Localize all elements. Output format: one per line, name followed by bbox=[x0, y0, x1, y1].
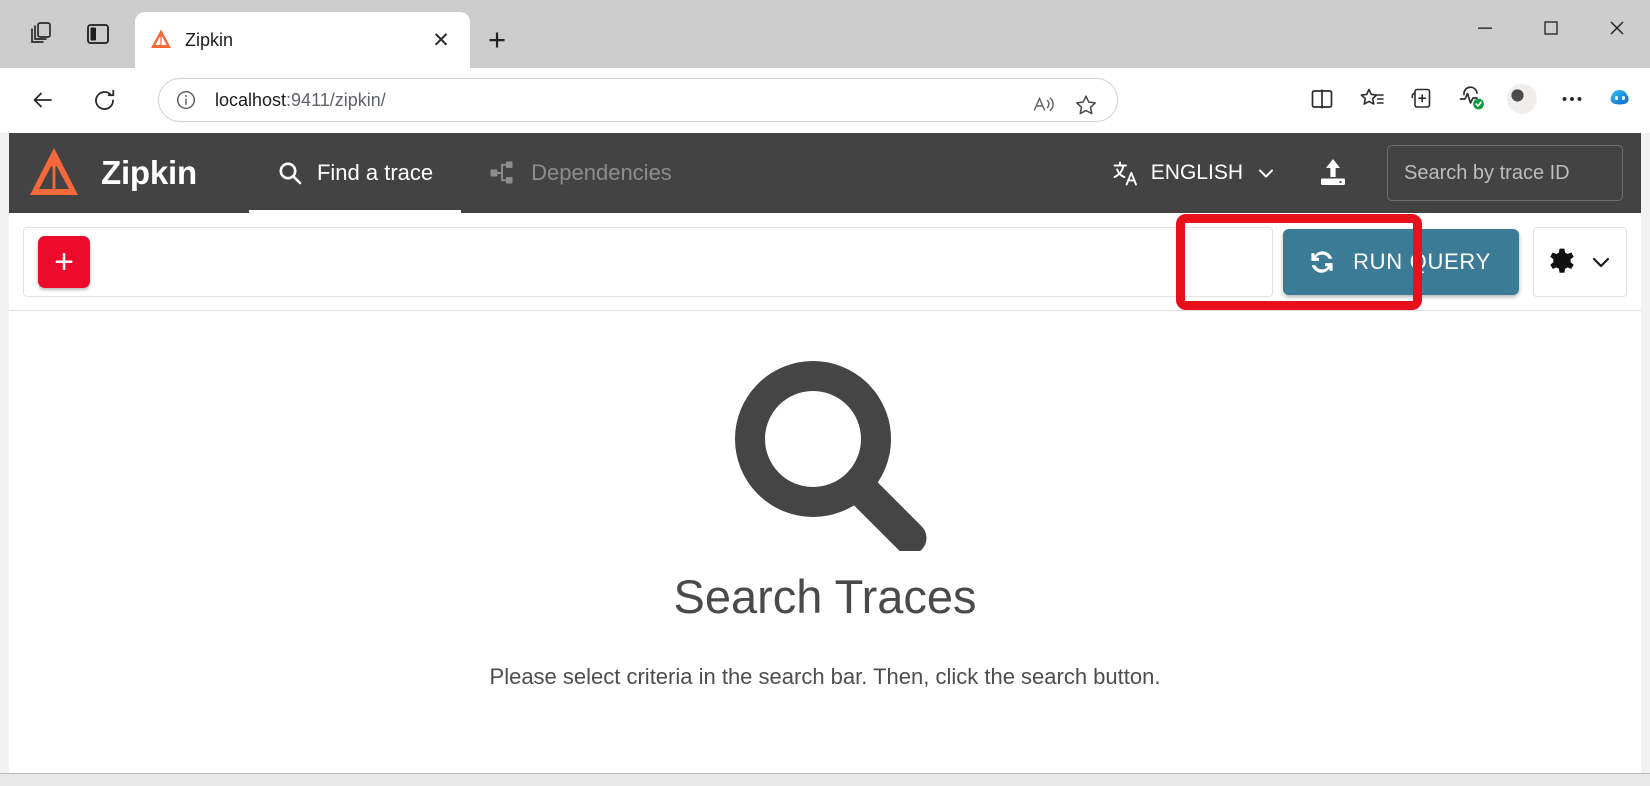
address-path: :9411/zipkin/ bbox=[286, 89, 386, 110]
address-bar[interactable]: localhost:9411/zipkin/ bbox=[158, 78, 1118, 122]
window-close-button[interactable] bbox=[1584, 0, 1650, 56]
tab-close-icon[interactable]: ✕ bbox=[426, 25, 456, 55]
navbar-right: ENGLISH bbox=[1098, 133, 1623, 213]
app-brand: Zipkin bbox=[101, 154, 197, 191]
profile-avatar[interactable] bbox=[1500, 77, 1544, 121]
language-selector[interactable]: ENGLISH bbox=[1098, 152, 1291, 195]
browser-toolbar: localhost:9411/zipkin/ bbox=[0, 68, 1650, 133]
page-right-edge bbox=[1641, 133, 1650, 773]
tab-find-a-trace[interactable]: Find a trace bbox=[248, 133, 462, 213]
taskbar-sliver bbox=[0, 773, 1650, 786]
browser-tab[interactable]: Zipkin ✕ bbox=[135, 12, 470, 68]
zipkin-app: Zipkin Find a trace Dependencies ENGLISH… bbox=[9, 133, 1641, 773]
empty-state-title: Search Traces bbox=[673, 570, 977, 623]
query-settings-chevron-down-icon[interactable] bbox=[1588, 249, 1614, 275]
settings-more-icon[interactable] bbox=[1550, 77, 1594, 121]
split-screen-icon[interactable] bbox=[1300, 77, 1344, 121]
query-settings-group[interactable] bbox=[1533, 226, 1627, 297]
empty-state: Search Traces Please select criteria in … bbox=[9, 311, 1641, 773]
criteria-container[interactable]: + bbox=[23, 226, 1274, 297]
tab-search-icon[interactable] bbox=[18, 12, 62, 56]
run-query-button[interactable]: RUN QUERY bbox=[1283, 228, 1519, 295]
toolbar-right-icons bbox=[1300, 77, 1640, 121]
search-icon bbox=[279, 162, 302, 185]
zipkin-navbar: Zipkin Find a trace Dependencies ENGLISH… bbox=[9, 133, 1641, 213]
window-maximize-button[interactable] bbox=[1518, 0, 1584, 56]
gear-icon[interactable] bbox=[1546, 246, 1578, 278]
favorite-star-icon[interactable] bbox=[1067, 86, 1105, 124]
empty-state-subtitle: Please select criteria in the search bar… bbox=[489, 664, 1161, 689]
tab-dependencies[interactable]: Dependencies bbox=[461, 133, 700, 213]
tabstrip-left-icons bbox=[18, 12, 120, 56]
avatar bbox=[1507, 84, 1537, 114]
add-criteria-button[interactable]: + bbox=[38, 235, 90, 288]
upload-trace-button[interactable] bbox=[1307, 147, 1359, 199]
refresh-cycle-icon bbox=[1311, 250, 1333, 273]
tab-title: Zipkin bbox=[185, 29, 234, 50]
chevron-down-icon bbox=[1259, 169, 1273, 178]
tab-find-a-trace-label: Find a trace bbox=[316, 160, 434, 185]
window-minimize-button[interactable] bbox=[1452, 0, 1518, 56]
run-query-label: RUN QUERY bbox=[1353, 248, 1491, 274]
refresh-button[interactable] bbox=[80, 76, 128, 124]
search-by-trace-id-input[interactable] bbox=[1387, 145, 1623, 201]
browser-window: Zipkin ✕ + localhost:9411/zipkin/ Zipkin… bbox=[0, 0, 1650, 786]
page-left-edge bbox=[0, 133, 9, 773]
search-criteria-bar: + RUN QUERY bbox=[9, 213, 1641, 311]
site-info-icon[interactable] bbox=[175, 89, 199, 111]
translate-icon bbox=[1113, 161, 1137, 185]
favorites-icon[interactable] bbox=[1350, 77, 1394, 121]
read-aloud-icon[interactable] bbox=[1025, 86, 1063, 124]
back-button[interactable] bbox=[19, 76, 67, 124]
tab-dependencies-label: Dependencies bbox=[531, 160, 672, 185]
run-query-container: RUN QUERY bbox=[1283, 228, 1519, 295]
copilot-icon[interactable] bbox=[1600, 79, 1640, 119]
omnibox-actions bbox=[1025, 86, 1105, 124]
browser-tabstrip: Zipkin ✕ + bbox=[0, 0, 1650, 68]
split-pane-icon[interactable] bbox=[76, 12, 120, 56]
zipkin-favicon bbox=[151, 29, 171, 48]
address-host: localhost bbox=[215, 89, 287, 110]
upload-icon bbox=[1321, 159, 1345, 185]
address-text: localhost:9411/zipkin/ bbox=[215, 90, 386, 111]
new-tab-button[interactable]: + bbox=[478, 20, 516, 58]
language-label: ENGLISH bbox=[1150, 161, 1243, 184]
window-controls bbox=[1452, 0, 1650, 56]
browser-essentials-icon[interactable] bbox=[1450, 77, 1494, 121]
collections-icon[interactable] bbox=[1400, 77, 1444, 121]
dependency-tree-icon bbox=[490, 161, 513, 184]
magnifying-glass-icon bbox=[735, 361, 927, 551]
zipkin-logo[interactable] bbox=[27, 145, 81, 201]
